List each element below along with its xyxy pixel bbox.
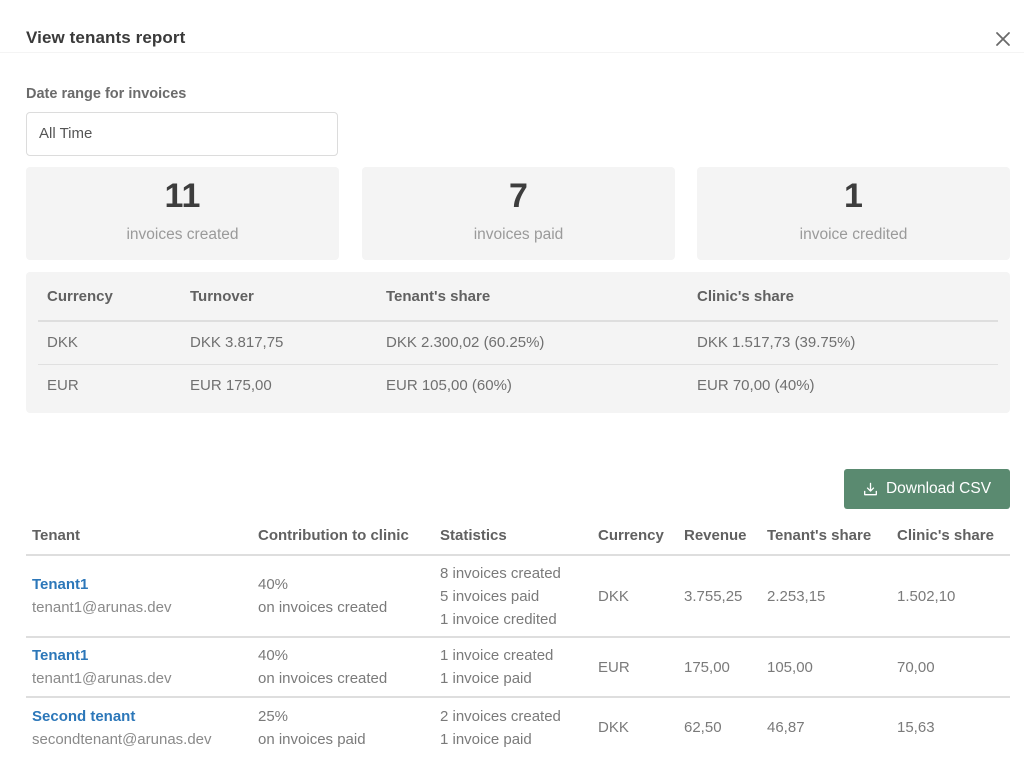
tenant-cell: Second tenant secondtenant@arunas.dev [26, 697, 252, 757]
summary-currency: EUR [47, 377, 79, 395]
modal-header: View tenants report [0, 0, 1024, 53]
tenants-header-row: Tenant Contribution to clinic Statistics… [26, 517, 1010, 556]
stat-label: invoices paid [473, 226, 564, 243]
summary-clinic-share: EUR 70,00 (40%) [697, 377, 815, 395]
tenant-email: tenant1@arunas.dev [32, 670, 172, 687]
stat-value: 1 [844, 177, 863, 215]
tenant-share-cell: 105,00 [761, 637, 891, 698]
statistic-line: 8 invoices created [440, 564, 561, 582]
tenant-name-link[interactable]: Tenant1 [32, 573, 246, 596]
contribution-basis: on invoices paid [258, 730, 366, 748]
tenant-email: secondtenant@arunas.dev [32, 730, 212, 748]
statistic-line: 1 invoice paid [440, 670, 532, 687]
modal-title: View tenants report [26, 28, 186, 47]
stat-card-invoices-paid: 7 invoices paid [362, 167, 675, 260]
summary-clinic-share: DKK 1.517,73 (39.75%) [688, 321, 998, 365]
stat-value: 7 [509, 177, 528, 215]
tenants-report-modal: View tenants report Date range for invoi… [0, 0, 1024, 780]
currency-summary-table: Currency Turnover Tenant's share Clinic'… [38, 272, 998, 407]
summary-turnover: DKK 3.817,75 [181, 321, 377, 365]
tenant-cell: Tenant1 tenant1@arunas.dev [26, 637, 252, 698]
revenue-cell: 3.755,25 [678, 555, 761, 638]
date-range-label: Date range for invoices [26, 86, 187, 102]
stat-label: invoices created [126, 226, 239, 243]
col-statistics: Statistics [434, 517, 592, 556]
col-tenant: Tenant [26, 517, 252, 556]
stat-card-invoices-created: 11 invoices created [26, 167, 339, 260]
tenant-row: Tenant1 tenant1@arunas.dev 40% on invoic… [26, 637, 1010, 698]
statistic-line: 5 invoices paid [440, 587, 540, 605]
tenant-email: tenant1@arunas.dev [32, 599, 172, 616]
summary-col-clinic-share: Clinic's share [688, 272, 998, 322]
statistics-cell: 1 invoice created 1 invoice paid [434, 637, 592, 698]
contribution-cell: 40% on invoices created [252, 555, 434, 638]
contribution-percent: 40% [258, 576, 289, 593]
tenant-share-cell: 46,87 [767, 719, 805, 736]
tenant-name-link[interactable]: Second tenant [32, 705, 246, 728]
statistic-line: 1 invoice paid [440, 730, 532, 748]
revenue-cell: 175,00 [678, 637, 761, 698]
contribution-cell: 40% on invoices created [252, 637, 434, 698]
statistic-line: 1 invoice credited [440, 610, 557, 628]
stat-card-invoice-credited: 1 invoice credited [697, 167, 1010, 260]
contribution-cell: 25% on invoices paid [252, 697, 434, 757]
contribution-basis: on invoices created [258, 599, 388, 616]
summary-turnover: EUR 175,00 [190, 377, 272, 395]
statistics-cell: 2 invoices created 1 invoice paid [434, 697, 592, 757]
summary-row: EUR EUR 175,00 EUR 105,00 (60%) EUR 70,0… [38, 364, 998, 407]
tenant-row: Tenant1 tenant1@arunas.dev 40% on invoic… [26, 555, 1010, 638]
contribution-percent: 40% [258, 647, 289, 664]
close-button[interactable] [992, 28, 1014, 50]
currency-cell: EUR [592, 637, 678, 698]
tenant-cell: Tenant1 tenant1@arunas.dev [26, 555, 252, 638]
col-contribution: Contribution to clinic [252, 517, 434, 556]
contribution-basis: on invoices created [258, 670, 388, 687]
summary-tenant-share: DKK 2.300,02 (60.25%) [377, 321, 688, 365]
contribution-percent: 25% [258, 707, 289, 725]
summary-header-row: Currency Turnover Tenant's share Clinic'… [38, 272, 998, 322]
col-tenant-share: Tenant's share [761, 517, 891, 556]
clinic-share-cell: 15,63 [897, 719, 935, 736]
stat-label: invoice credited [799, 226, 908, 243]
tenant-share-cell: 2.253,15 [761, 555, 891, 638]
date-range-select[interactable]: All Time [26, 112, 338, 156]
currency-cell: DKK [592, 555, 678, 638]
col-clinic-share: Clinic's share [891, 517, 1010, 556]
tenants-table: Tenant Contribution to clinic Statistics… [26, 517, 1010, 757]
clinic-share-cell: 70,00 [891, 637, 1010, 698]
col-revenue: Revenue [678, 517, 761, 556]
summary-currency: DKK [38, 321, 181, 365]
col-currency: Currency [592, 517, 678, 556]
stat-value: 11 [164, 177, 201, 215]
clinic-share-cell: 1.502,10 [891, 555, 1010, 638]
statistic-line: 2 invoices created [440, 707, 561, 725]
revenue-cell: 62,50 [684, 719, 722, 736]
summary-col-turnover: Turnover [181, 272, 377, 322]
close-icon [996, 32, 1010, 46]
summary-col-tenant-share: Tenant's share [377, 272, 688, 322]
currency-summary-panel: Currency Turnover Tenant's share Clinic'… [26, 272, 1010, 413]
tenant-row: Second tenant secondtenant@arunas.dev 25… [26, 697, 1010, 757]
summary-col-currency: Currency [38, 272, 181, 322]
tenant-name-link[interactable]: Tenant1 [32, 644, 246, 667]
currency-cell: DKK [598, 719, 629, 736]
download-csv-button[interactable]: Download CSV [844, 469, 1010, 509]
statistics-cell: 8 invoices created 5 invoices paid 1 inv… [434, 555, 592, 638]
summary-row: DKK DKK 3.817,75 DKK 2.300,02 (60.25%) D… [38, 321, 998, 365]
download-icon [863, 482, 877, 495]
download-csv-label: Download CSV [885, 480, 992, 497]
summary-tenant-share: EUR 105,00 (60%) [386, 377, 512, 395]
statistic-line: 1 invoice created [440, 647, 554, 664]
